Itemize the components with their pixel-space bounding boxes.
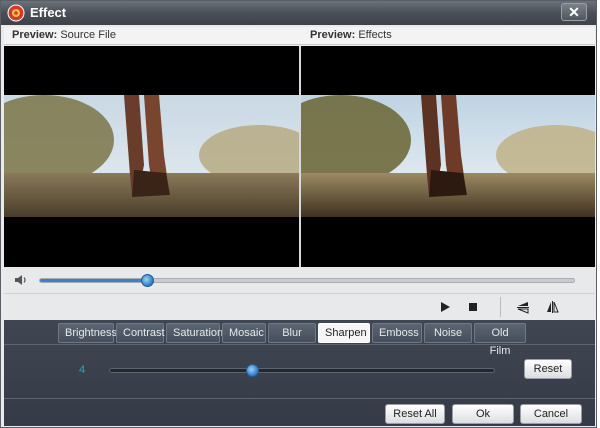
stop-icon[interactable]	[466, 300, 480, 314]
close-button[interactable]: ✕	[561, 3, 587, 21]
source-preview-pane	[4, 46, 299, 267]
effect-tabs: Brightness Contrast Saturation Mosaic Blur Sh…	[58, 323, 526, 357]
flip-vertical-icon[interactable]	[516, 300, 530, 314]
tab-old-film[interactable]: Old Film	[474, 323, 526, 357]
footer-separator	[4, 398, 595, 399]
tab-sharpen[interactable]: Sharpen	[318, 323, 370, 343]
tab-mosaic[interactable]: Mosaic	[222, 323, 266, 343]
tabs-separator	[4, 344, 595, 345]
controls-separator	[500, 297, 501, 317]
volume-icon[interactable]	[14, 274, 28, 286]
effect-dialog: Effect ✕ Preview: Source File Preview: E…	[0, 0, 597, 428]
app-icon	[7, 4, 25, 22]
preview-headers: Preview: Source File Preview: Effects	[4, 27, 595, 45]
tab-blur[interactable]: Blur	[268, 323, 316, 343]
tab-emboss[interactable]: Emboss	[372, 323, 422, 343]
ok-button[interactable]: Ok	[452, 404, 514, 424]
tab-contrast[interactable]: Contrast	[116, 323, 165, 343]
playback-controls	[4, 293, 595, 319]
effects-preview-label: Preview: Effects	[310, 29, 392, 41]
seek-slider[interactable]	[39, 274, 575, 287]
close-icon: ✕	[568, 4, 580, 20]
effects-video-frame	[301, 95, 595, 217]
source-preview-label: Preview: Source File	[12, 29, 116, 41]
flip-horizontal-icon[interactable]	[545, 300, 559, 314]
effect-level-thumb[interactable]	[246, 364, 260, 377]
effects-panel: Brightness Contrast Saturation Mosaic Blur Sh…	[4, 320, 595, 426]
source-video-frame	[4, 95, 299, 217]
reset-button[interactable]: Reset	[524, 359, 572, 379]
seekbar-area	[4, 267, 595, 293]
reset-all-button[interactable]: Reset All	[385, 404, 445, 424]
cancel-button[interactable]: Cancel	[520, 404, 582, 424]
tab-noise[interactable]: Noise	[424, 323, 472, 343]
play-icon[interactable]	[438, 300, 452, 314]
title-bar[interactable]: Effect ✕	[1, 1, 596, 25]
effect-value: 4	[79, 364, 86, 376]
window-title: Effect	[30, 5, 67, 20]
tab-saturation[interactable]: Saturation	[166, 323, 223, 343]
tab-brightness[interactable]: Brightness	[58, 323, 117, 343]
seek-slider-thumb[interactable]	[140, 274, 154, 287]
seek-progress-fill	[40, 279, 147, 282]
effect-level-slider[interactable]	[109, 364, 495, 377]
effects-preview-pane	[301, 46, 595, 267]
